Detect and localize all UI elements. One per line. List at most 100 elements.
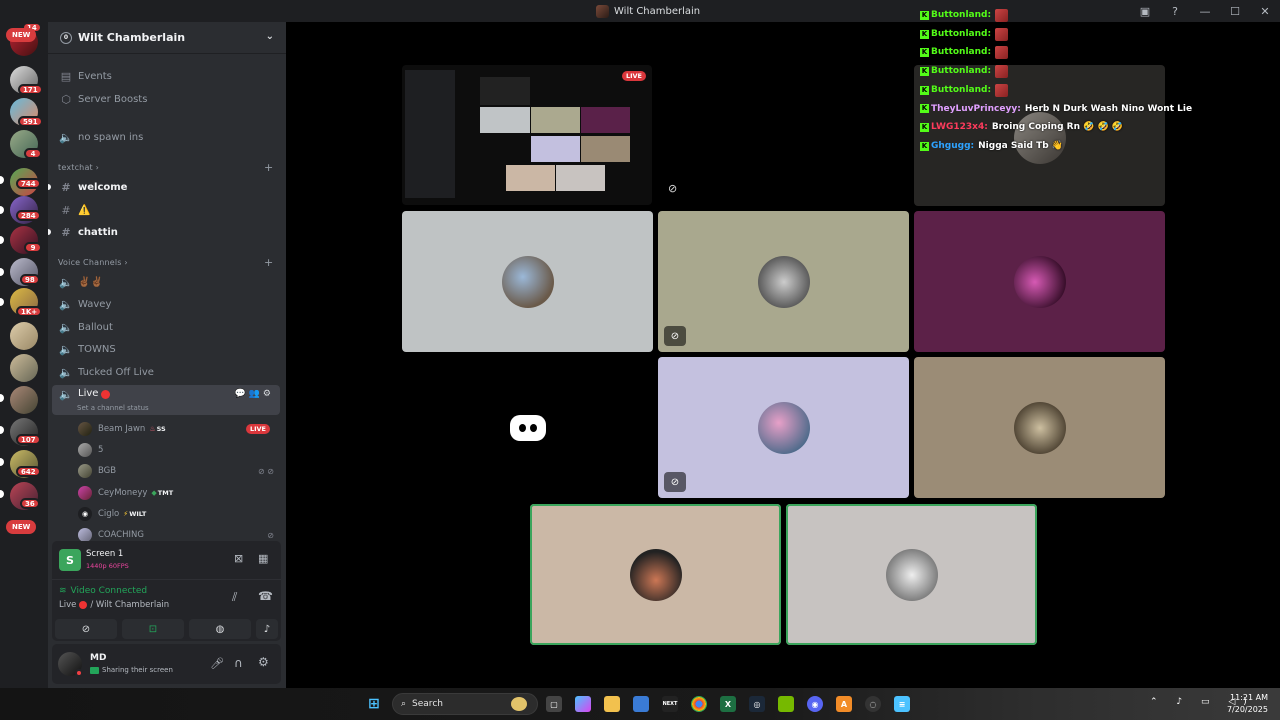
server-icon[interactable] [10, 386, 38, 414]
hashtag-icon: # [61, 225, 71, 239]
video-tile[interactable] [402, 211, 653, 352]
voice-channel-towns[interactable]: 🔈 TOWNS [52, 339, 280, 359]
notepad-icon[interactable]: ≡ [894, 696, 910, 712]
chevron-down-icon: ⌄ [265, 31, 274, 42]
muted-video-icon: ⊘ ⊘ [258, 466, 274, 476]
voice-user[interactable]: Beam Jawn ♨ SS LIVE [78, 419, 278, 439]
taskbar-clock[interactable]: 11:21 AM 7/20/2025 [1227, 692, 1268, 716]
noise-suppression-icon[interactable]: ⫽ [232, 590, 237, 605]
avatar [1013, 255, 1066, 308]
voice-channel-wavey[interactable]: 🔈 Wavey [52, 294, 280, 314]
copilot-icon[interactable] [575, 696, 591, 712]
speaker-icon: 🔈 [59, 388, 73, 401]
server-boosts-item[interactable]: ⬡ Server Boosts [52, 89, 280, 109]
voice-channel-no-spawn[interactable]: 🔈 no spawn ins [52, 127, 280, 147]
hashtag-icon: # [61, 180, 71, 194]
user-name[interactable]: MD [90, 653, 106, 663]
store-icon[interactable] [633, 696, 649, 712]
emote-icon [995, 46, 1009, 60]
app-icon[interactable]: A [836, 696, 852, 712]
stop-stream-icon[interactable]: ⊠ [234, 552, 243, 565]
emote-icon [995, 64, 1009, 78]
chat-message: K Buttonland: [920, 25, 1280, 44]
nvidia-icon[interactable] [778, 696, 794, 712]
live-badge: LIVE [245, 424, 270, 434]
video-tile-speaking[interactable] [530, 504, 781, 645]
leaf-icon: ◆ [151, 489, 157, 497]
chat-message: K Buttonland: [920, 62, 1280, 81]
avatar [78, 443, 92, 457]
video-tile[interactable]: ⊘ [658, 357, 909, 498]
chat-text: Broing Coping Rn 🤣 🤣 🤣 [991, 122, 1124, 133]
voice-channel-tucked[interactable]: 🔈 Tucked Off Live [52, 362, 280, 382]
video-tile[interactable] [402, 357, 653, 498]
user-name: CeyMoneyy [98, 488, 148, 498]
activity-button[interactable]: ◍ [189, 619, 251, 639]
video-tile[interactable] [914, 211, 1165, 352]
voice-user[interactable]: BGB ⊘ ⊘ [78, 461, 278, 481]
screen-share-panel: S Screen 1 1440p 60FPS ⊠ ▦ [52, 541, 281, 579]
obs-icon[interactable]: ◌ [865, 696, 881, 712]
share-screen-button[interactable]: ⊡ [122, 619, 184, 639]
server-icon[interactable] [10, 354, 38, 382]
steam-icon[interactable]: ◎ [749, 696, 765, 712]
task-view-icon[interactable]: ▢ [546, 696, 562, 712]
category-voice-channels[interactable]: Voice Channels › [58, 258, 128, 267]
headphones-icon[interactable]: ∩ [234, 656, 243, 670]
windows-start-icon[interactable]: ⊞ [366, 696, 382, 712]
stream-tile[interactable]: LIVE [402, 65, 652, 205]
chat-message: K LWG123x4: Broing Coping Rn 🤣 🤣 🤣 [920, 118, 1280, 137]
camera-off-button[interactable]: ⊘ [55, 619, 117, 639]
stream-preview-tile [581, 136, 630, 162]
next-app-icon[interactable]: NEXT [662, 696, 678, 712]
server-icon[interactable] [10, 322, 38, 350]
text-channel-alert[interactable]: # ⚠️ [52, 200, 280, 220]
video-tile[interactable]: ⊘ [658, 211, 909, 352]
user-tag: TMT [157, 489, 174, 497]
channel-status[interactable]: Set a channel status [77, 404, 149, 412]
taskbar-search[interactable]: ⌕ Search [392, 693, 538, 715]
microphone-icon[interactable]: 🎤︎ [210, 657, 224, 670]
stream-settings-icon[interactable]: ▦ [258, 552, 268, 565]
dnd-status-icon [75, 669, 83, 677]
events-item[interactable]: ▤ Events [52, 66, 280, 86]
voice-user[interactable]: 5 [78, 440, 278, 460]
settings-gear-icon[interactable]: ⚙ [258, 655, 269, 669]
server-name: Wilt Chamberlain [78, 31, 186, 44]
file-explorer-icon[interactable] [604, 696, 620, 712]
chrome-icon[interactable] [691, 696, 707, 712]
category-textchat[interactable]: textchat › [58, 163, 99, 172]
unread-indicator [48, 229, 51, 235]
speaker-icon: 🔈 [59, 365, 73, 379]
excel-icon[interactable]: X [720, 696, 736, 712]
voice-channel-live[interactable]: 🔈 Live 💬👥⚙ Set a channel status [52, 385, 280, 415]
chat-text: Herb N Durk Wash Nino Wont Lie [1024, 103, 1193, 114]
text-channel-chattin[interactable]: # chattin [52, 222, 280, 242]
disconnect-icon[interactable]: ☎ [258, 589, 273, 603]
soundboard-button[interactable]: ♪ [256, 619, 278, 639]
connection-status[interactable]: ≋ Video Connected [59, 586, 147, 596]
chat-username: Buttonland: [931, 84, 992, 95]
channel-actions-icon[interactable]: 💬👥⚙ [235, 389, 274, 399]
add-channel-icon[interactable]: + [264, 256, 273, 269]
voice-user[interactable]: ◉ Ciglo ⚡ WILT [78, 504, 278, 524]
channel-label: TOWNS [78, 343, 116, 355]
video-tile-speaking[interactable] [786, 504, 1037, 645]
kick-badge-icon: K [920, 48, 929, 58]
voice-user[interactable]: CeyMoneyy ◆ TMT [78, 483, 278, 503]
add-channel-icon[interactable]: + [264, 161, 273, 174]
voice-channel-hands[interactable]: 🔈 ✌🏾✌🏾 [52, 272, 280, 292]
stream-preview-tile [480, 107, 530, 133]
video-tile[interactable] [914, 357, 1165, 498]
server-boost-icon: 0 [60, 31, 72, 44]
speaker-icon: 🔈 [59, 297, 73, 311]
voice-channel-ballout[interactable]: 🔈 Ballout [52, 317, 280, 337]
discord-taskbar-icon[interactable]: ◉ [807, 696, 823, 712]
events-label: Events [78, 70, 112, 82]
channel-label: chattin [78, 226, 118, 238]
user-tag: SS [156, 425, 166, 433]
text-channel-welcome[interactable]: # welcome [52, 177, 280, 197]
connection-channel[interactable]: Live / Wilt Chamberlain [59, 600, 169, 610]
server-header[interactable]: 0 Wilt Chamberlain ⌄ [48, 22, 286, 54]
avatar [1013, 401, 1066, 454]
